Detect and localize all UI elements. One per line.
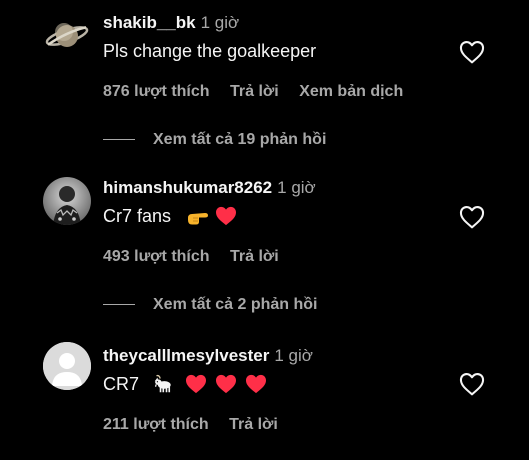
comment-timestamp[interactable]: 1 giờ	[277, 178, 316, 197]
comment-text-content: CR7	[103, 374, 140, 394]
replies-divider	[103, 139, 135, 141]
comment-header: shakib__bk 1 giờ	[103, 12, 239, 34]
avatar[interactable]	[43, 177, 91, 225]
comment-actions: 493 lượt thích Trả lời	[103, 247, 295, 267]
avatar[interactable]	[43, 12, 91, 60]
heart-outline-icon	[459, 41, 485, 64]
comment-username[interactable]: theycalllmesylvester	[103, 346, 269, 365]
comment-actions: 876 lượt thích Trả lời Xem bản dịch	[103, 82, 419, 102]
translate-button[interactable]: Xem bản dịch	[299, 83, 403, 100]
comment-text-content: Pls change the goalkeeper	[103, 41, 317, 61]
like-button[interactable]	[459, 372, 485, 396]
heart-outline-icon	[459, 206, 485, 229]
comment-actions: 211 lượt thích Trả lời	[103, 415, 294, 435]
goat-emoji-icon	[151, 373, 173, 395]
comment-header: theycalllmesylvester 1 giờ	[103, 345, 313, 367]
comment-item: himanshukumar8262 1 giờ Cr7 fans 493 lượt…	[0, 177, 529, 287]
comment-username[interactable]: himanshukumar8262	[103, 178, 272, 197]
view-replies-button[interactable]: Xem tất cả 2 phản hồi	[103, 295, 317, 315]
comment-timestamp[interactable]: 1 giờ	[201, 13, 240, 32]
red-heart-emoji-icon	[215, 374, 237, 394]
comment-item: theycalllmesylvester 1 giờ CR7 211 lượt …	[0, 342, 529, 455]
user-photo-avatar-icon	[43, 177, 91, 225]
like-count[interactable]: 876 lượt thích	[103, 83, 210, 100]
reply-button[interactable]: Trả lời	[229, 416, 278, 433]
avatar[interactable]	[43, 342, 91, 390]
replies-divider	[103, 304, 135, 306]
view-replies-button[interactable]: Xem tất cả 19 phản hồi	[103, 130, 326, 150]
saturn-avatar-icon	[43, 12, 91, 60]
comment-timestamp[interactable]: 1 giờ	[274, 346, 313, 365]
comment-header: himanshukumar8262 1 giờ	[103, 177, 316, 199]
like-count[interactable]: 211 lượt thích	[103, 416, 209, 433]
red-heart-emoji-icon	[185, 374, 207, 394]
red-heart-emoji-icon	[215, 206, 237, 226]
comment-text-content: Cr7 fans	[103, 206, 172, 226]
like-button[interactable]	[459, 205, 485, 229]
pointing-right-emoji-icon	[185, 206, 209, 226]
reply-button[interactable]: Trả lời	[230, 83, 279, 100]
comment-text: Pls change the goalkeeper	[103, 39, 316, 63]
red-heart-emoji-icon	[245, 374, 267, 394]
view-replies-label: Xem tất cả 19 phản hồi	[153, 131, 327, 148]
comment-text: Cr7 fans	[103, 204, 237, 228]
default-avatar-icon	[43, 342, 91, 390]
reply-button[interactable]: Trả lời	[230, 248, 279, 265]
like-count[interactable]: 493 lượt thích	[103, 248, 210, 265]
view-replies-label: Xem tất cả 2 phản hồi	[153, 296, 318, 313]
comment-text: CR7	[103, 372, 267, 396]
like-button[interactable]	[459, 40, 485, 64]
heart-outline-icon	[459, 373, 485, 396]
comment-username[interactable]: shakib__bk	[103, 13, 196, 32]
